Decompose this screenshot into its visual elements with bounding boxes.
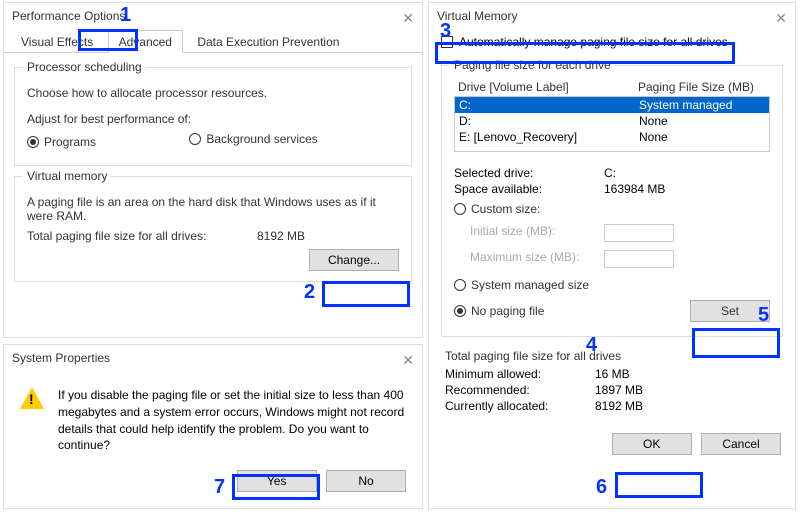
vm-total-value: 8192 MB (257, 229, 305, 243)
drive-row[interactable]: C: System managed (455, 97, 769, 113)
total-legend: Total paging file size for all drives (445, 349, 779, 363)
set-button[interactable]: Set (690, 300, 770, 322)
proc-desc: Choose how to allocate processor resourc… (27, 86, 399, 100)
cancel-button[interactable]: Cancel (701, 433, 781, 455)
selected-drive-value: C: (604, 166, 616, 180)
no-button[interactable]: No (326, 470, 406, 492)
drive-size: None (639, 114, 765, 128)
tab-visual-effects[interactable]: Visual Effects (10, 30, 104, 53)
warning-icon (20, 387, 44, 454)
drive-row[interactable]: E: [Lenovo_Recovery] None (455, 129, 769, 145)
total-paging-group: Total paging file size for all drives Mi… (441, 345, 783, 419)
close-icon[interactable]: ✕ (402, 5, 414, 31)
custom-size-label: Custom size: (471, 202, 540, 216)
radio-custom-size[interactable]: Custom size: (454, 202, 540, 216)
virtual-memory-group: Virtual memory A paging file is an area … (14, 176, 412, 282)
performance-options-window: Performance Options ✕ Visual Effects Adv… (3, 2, 423, 338)
vm-legend: Virtual memory (23, 169, 111, 183)
auto-manage-checkbox[interactable]: Automatically manage paging file size fo… (441, 35, 783, 49)
space-available-value: 163984 MB (604, 182, 665, 196)
radio-bg-label: Background services (206, 132, 317, 146)
drive-label: C: (459, 98, 639, 112)
maximum-size-label: Maximum size (MB): (454, 250, 604, 268)
currently-allocated-value: 8192 MB (595, 399, 643, 413)
auto-manage-label: Automatically manage paging file size fo… (459, 35, 728, 49)
initial-size-input (604, 224, 674, 242)
proc-adjust: Adjust for best performance of: (27, 112, 399, 126)
space-available-label: Space available: (454, 182, 604, 196)
min-allowed-value: 16 MB (595, 367, 630, 381)
vmem-titlebar: Virtual Memory ✕ (429, 3, 795, 29)
tab-dep[interactable]: Data Execution Prevention (186, 30, 350, 53)
close-icon[interactable]: ✕ (775, 5, 787, 31)
drive-list-header: Drive [Volume Label] Paging File Size (M… (454, 78, 770, 96)
radio-programs-label: Programs (44, 135, 96, 149)
yes-button[interactable]: Yes (237, 470, 317, 492)
drive-list[interactable]: C: System managed D: None E: [Lenovo_Rec… (454, 96, 770, 152)
checkbox-icon (441, 36, 453, 48)
tab-advanced[interactable]: Advanced (108, 30, 183, 53)
maximum-size-input (604, 250, 674, 268)
currently-allocated-label: Currently allocated: (445, 399, 595, 413)
sysprop-title: System Properties (12, 351, 110, 365)
vm-total-label: Total paging file size for all drives: (27, 229, 257, 243)
ok-button[interactable]: OK (612, 433, 692, 455)
sysprop-message: If you disable the paging file or set th… (58, 387, 406, 454)
initial-size-label: Initial size (MB): (454, 224, 604, 242)
recommended-value: 1897 MB (595, 383, 643, 397)
drive-label: E: [Lenovo_Recovery] (459, 130, 639, 144)
perf-title: Performance Options (12, 9, 125, 23)
drive-size: System managed (639, 98, 765, 112)
sysprop-titlebar: System Properties ✕ (4, 345, 422, 371)
virtual-memory-window: Virtual Memory ✕ Automatically manage pa… (428, 2, 796, 509)
no-paging-label: No paging file (471, 304, 544, 318)
recommended-label: Recommended: (445, 383, 595, 397)
system-properties-dialog: System Properties ✕ If you disable the p… (3, 344, 423, 509)
change-button[interactable]: Change... (309, 249, 399, 271)
close-icon[interactable]: ✕ (402, 347, 414, 373)
head-size: Paging File Size (MB) (638, 80, 766, 94)
head-drive: Drive [Volume Label] (458, 80, 638, 94)
perf-tabs: Visual Effects Advanced Data Execution P… (4, 29, 422, 53)
min-allowed-label: Minimum allowed: (445, 367, 595, 381)
radio-system-managed[interactable]: System managed size (454, 278, 589, 292)
vm-desc: A paging file is an area on the hard dis… (27, 195, 387, 223)
selected-drive-label: Selected drive: (454, 166, 604, 180)
drive-row[interactable]: D: None (455, 113, 769, 129)
system-managed-label: System managed size (471, 278, 589, 292)
perf-titlebar: Performance Options ✕ (4, 3, 422, 29)
each-legend: Paging file size for each drive (450, 58, 615, 72)
drive-size: None (639, 130, 765, 144)
proc-legend: Processor scheduling (23, 60, 146, 74)
processor-scheduling-group: Processor scheduling Choose how to alloc… (14, 67, 412, 166)
radio-programs[interactable]: Programs (27, 135, 96, 149)
radio-no-paging-file[interactable]: No paging file (454, 304, 544, 318)
vmem-title: Virtual Memory (437, 9, 517, 23)
radio-background-services[interactable]: Background services (189, 132, 317, 146)
paging-each-drive-group: Paging file size for each drive Drive [V… (441, 65, 783, 337)
drive-label: D: (459, 114, 639, 128)
